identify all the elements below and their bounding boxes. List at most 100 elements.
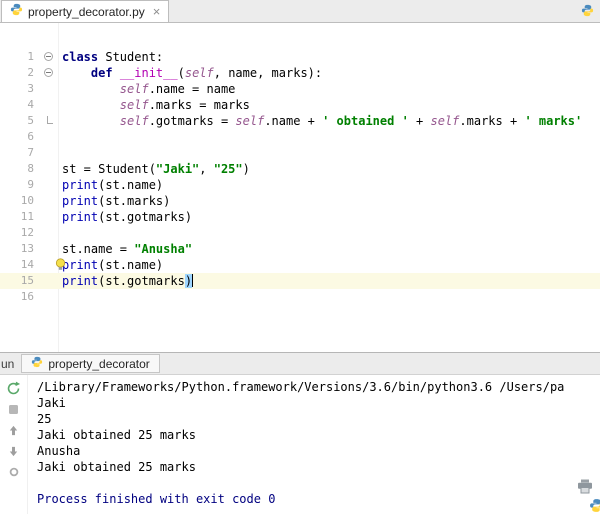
line-number[interactable]: 3 bbox=[0, 81, 40, 97]
code-line[interactable]: 4 self.marks = marks bbox=[0, 97, 600, 113]
token: st = Student( bbox=[62, 162, 156, 176]
code-text[interactable]: print(st.marks) bbox=[58, 193, 170, 209]
line-number[interactable]: 2 bbox=[0, 65, 40, 81]
line-number[interactable]: 12 bbox=[0, 225, 40, 241]
token: ) bbox=[184, 274, 193, 288]
fold-gutter[interactable] bbox=[40, 273, 58, 289]
token: (st.gotmarks bbox=[98, 274, 185, 288]
arrow-down-icon[interactable] bbox=[6, 443, 22, 459]
line-number[interactable]: 6 bbox=[0, 129, 40, 145]
token: self bbox=[119, 82, 149, 96]
fold-gutter[interactable] bbox=[40, 113, 58, 129]
code-line[interactable]: 3 self.name = name bbox=[0, 81, 600, 97]
fold-gutter[interactable] bbox=[40, 161, 58, 177]
fold-collapse-icon[interactable] bbox=[44, 68, 53, 77]
code-text[interactable]: print(st.name) bbox=[58, 257, 163, 273]
run-tool-window: un property_decorator /Library/Framework… bbox=[0, 352, 600, 515]
line-number[interactable]: 8 bbox=[0, 161, 40, 177]
code-line[interactable]: 11 print(st.gotmarks) bbox=[0, 209, 600, 225]
code-line[interactable]: 14 print(st.name) bbox=[0, 257, 600, 273]
console-line: Anusha bbox=[37, 444, 81, 458]
line-number[interactable]: 5 bbox=[0, 113, 40, 129]
line-number[interactable]: 10 bbox=[0, 193, 40, 209]
code-line[interactable]: 8 st = Student("Jaki", "25") bbox=[0, 161, 600, 177]
token: print bbox=[62, 274, 99, 288]
fold-gutter[interactable] bbox=[40, 193, 58, 209]
fold-gutter[interactable] bbox=[40, 289, 58, 305]
fold-collapse-icon[interactable] bbox=[44, 52, 53, 61]
code-text[interactable] bbox=[58, 145, 62, 161]
tab-close-icon[interactable]: × bbox=[153, 5, 161, 18]
fold-gutter[interactable] bbox=[40, 209, 58, 225]
fold-end-icon bbox=[47, 116, 53, 124]
code-text[interactable]: st = Student("Jaki", "25") bbox=[58, 161, 250, 177]
code-text[interactable]: self.name = name bbox=[58, 81, 236, 97]
token: .gotmarks = bbox=[148, 114, 236, 128]
fold-gutter[interactable] bbox=[40, 145, 58, 161]
line-number[interactable]: 11 bbox=[0, 209, 40, 225]
code-text[interactable]: print(st.gotmarks) bbox=[58, 273, 194, 289]
code-text[interactable]: self.marks = marks bbox=[58, 97, 250, 113]
code-text[interactable]: self.gotmarks = self.name + ' obtained '… bbox=[58, 113, 582, 129]
code-line[interactable]: 9 print(st.name) bbox=[0, 177, 600, 193]
line-number[interactable]: 9 bbox=[0, 177, 40, 193]
token: __init__ bbox=[119, 66, 178, 80]
console-output[interactable]: /Library/Frameworks/Python.framework/Ver… bbox=[28, 375, 600, 514]
code-line[interactable]: 16 bbox=[0, 289, 600, 305]
code-text[interactable]: class Student: bbox=[58, 49, 163, 65]
code-line[interactable]: 12 bbox=[0, 225, 600, 241]
fold-gutter[interactable] bbox=[40, 177, 58, 193]
code-text[interactable] bbox=[58, 129, 62, 145]
code-text[interactable]: st.name = "Anusha" bbox=[58, 241, 192, 257]
token: ' obtained ' bbox=[322, 114, 409, 128]
line-number[interactable]: 16 bbox=[0, 289, 40, 305]
code-line[interactable]: 7 bbox=[0, 145, 600, 161]
code-line[interactable]: 13 st.name = "Anusha" bbox=[0, 241, 600, 257]
intention-bulb-icon[interactable] bbox=[55, 258, 66, 275]
fold-gutter[interactable] bbox=[40, 97, 58, 113]
editor-tab-property-decorator[interactable]: property_decorator.py × bbox=[1, 0, 170, 22]
rerun-icon[interactable] bbox=[6, 380, 22, 396]
line-number[interactable]: 1 bbox=[0, 49, 40, 65]
run-tab-property-decorator[interactable]: property_decorator bbox=[21, 354, 160, 373]
fold-gutter[interactable] bbox=[40, 49, 58, 65]
token: (st.marks) bbox=[98, 194, 171, 208]
code-text[interactable]: print(st.gotmarks) bbox=[58, 209, 192, 225]
line-number[interactable]: 14 bbox=[0, 257, 40, 273]
code-line[interactable]: 2 def __init__(self, name, marks): bbox=[0, 65, 600, 81]
code-line[interactable]: 10 print(st.marks) bbox=[0, 193, 600, 209]
code-line[interactable]: 5 self.gotmarks = self.name + ' obtained… bbox=[0, 113, 600, 129]
code-text[interactable]: print(st.name) bbox=[58, 177, 163, 193]
stop-icon[interactable] bbox=[6, 401, 22, 417]
settings-icon[interactable] bbox=[6, 464, 22, 480]
fold-gutter[interactable] bbox=[40, 241, 58, 257]
corner-python-icon[interactable] bbox=[589, 498, 600, 515]
code-text[interactable] bbox=[58, 289, 62, 305]
fold-gutter[interactable] bbox=[40, 129, 58, 145]
token: ( bbox=[177, 66, 185, 80]
line-number[interactable]: 13 bbox=[0, 241, 40, 257]
line-number[interactable]: 7 bbox=[0, 145, 40, 161]
line-number[interactable]: 15 bbox=[0, 273, 40, 289]
fold-gutter[interactable] bbox=[40, 65, 58, 81]
python-file-icon bbox=[31, 356, 43, 371]
print-icon[interactable] bbox=[577, 479, 593, 499]
token: ) bbox=[242, 162, 250, 176]
console-line: Jaki bbox=[37, 396, 66, 410]
code-line[interactable]: 15 print(st.gotmarks) bbox=[0, 273, 600, 289]
inspections-python-icon[interactable] bbox=[581, 4, 595, 18]
arrow-up-icon[interactable] bbox=[6, 422, 22, 438]
line-number[interactable]: 4 bbox=[0, 97, 40, 113]
fold-gutter[interactable] bbox=[40, 225, 58, 241]
token: self bbox=[184, 66, 214, 80]
code-line[interactable]: 6 bbox=[0, 129, 600, 145]
code-editor[interactable]: 1 class Student: 2 def __init__(self, name… bbox=[0, 23, 600, 352]
code-line[interactable]: 1 class Student: bbox=[0, 49, 600, 65]
code-text[interactable] bbox=[58, 225, 62, 241]
code-text[interactable]: def __init__(self, name, marks): bbox=[58, 65, 322, 81]
fold-gutter[interactable] bbox=[40, 81, 58, 97]
run-toolbar bbox=[0, 375, 28, 514]
